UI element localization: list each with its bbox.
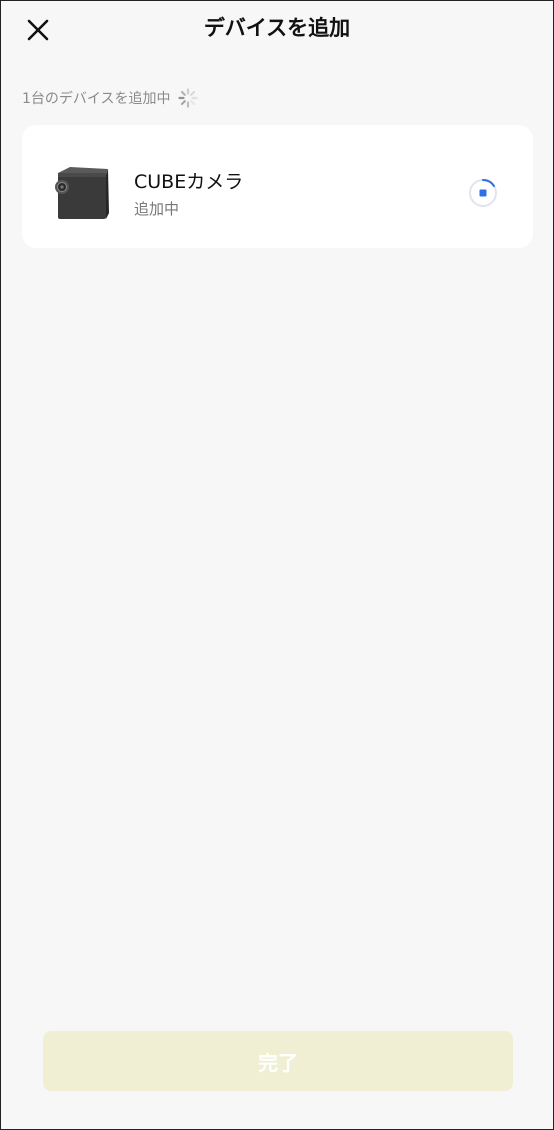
adding-status: 1台のデバイスを追加中 — [22, 87, 199, 109]
app-screen: デバイスを追加 1台のデバイスを追加中 CUBEカメラ 追加中 完了 — [0, 0, 554, 1130]
device-card[interactable]: CUBEカメラ 追加中 — [22, 125, 533, 248]
cube-camera-image — [55, 167, 109, 219]
device-status: 追加中 — [134, 200, 180, 218]
page-title: デバイスを追加 — [203, 16, 351, 40]
adding-status-text: 1台のデバイスを追加中 — [22, 91, 171, 107]
progress-ring-icon — [469, 178, 497, 207]
loading-spinner-icon — [177, 88, 198, 108]
done-button[interactable]: 完了 — [43, 1031, 513, 1091]
device-name: CUBEカメラ — [134, 171, 244, 193]
